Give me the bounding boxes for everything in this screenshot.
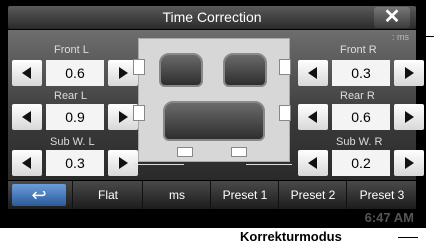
caption-label: Korrekturmodus xyxy=(240,229,342,244)
back-arrow-icon: ↩ xyxy=(31,185,47,205)
front-right-speaker-icon xyxy=(279,59,291,75)
title-bar: Time Correction ✕ xyxy=(8,6,416,29)
right-arrow-icon xyxy=(119,67,128,79)
left-arrow-icon xyxy=(22,157,31,169)
right-arrow-icon xyxy=(119,111,128,123)
rear-seat xyxy=(163,101,265,141)
front-l-value: 0.6 xyxy=(46,60,104,86)
tab-flat[interactable]: Flat xyxy=(72,181,143,209)
tab-preset-3[interactable]: Preset 3 xyxy=(346,181,417,209)
front-r-decrease-button[interactable] xyxy=(298,60,328,86)
bottom-tab-bar: ↩ Flat ms Preset 1 Preset 2 Preset 3 xyxy=(8,181,416,209)
rear-l-value: 0.9 xyxy=(46,104,104,130)
page-title: Time Correction xyxy=(162,9,262,25)
front-r-label: Front R xyxy=(340,44,377,56)
right-arrow-icon xyxy=(119,157,128,169)
sub-w-r-decrease-button[interactable] xyxy=(298,150,328,176)
rear-l-decrease-button[interactable] xyxy=(12,104,42,130)
close-icon: ✕ xyxy=(383,6,401,28)
rear-r-increase-button[interactable] xyxy=(394,104,424,130)
rear-r-decrease-button[interactable] xyxy=(298,104,328,130)
unit-label: : ms xyxy=(392,32,409,42)
front-l-decrease-button[interactable] xyxy=(12,60,42,86)
sub-w-l-decrease-button[interactable] xyxy=(12,150,42,176)
sub-w-l-value: 0.3 xyxy=(46,150,104,176)
left-arrow-icon xyxy=(22,111,31,123)
sub-w-l-connector xyxy=(134,164,184,165)
rear-r-label: Rear R xyxy=(340,90,375,102)
subwoofer-left-icon xyxy=(177,147,193,157)
tab-preset-2[interactable]: Preset 2 xyxy=(278,181,347,209)
left-arrow-icon xyxy=(308,67,317,79)
front-left-seat xyxy=(159,53,203,87)
left-arrow-icon xyxy=(22,67,31,79)
unit-callout-line xyxy=(418,36,434,37)
rear-r-value: 0.6 xyxy=(332,104,390,130)
sub-w-r-label: Sub W. R xyxy=(336,136,383,148)
sub-w-l-increase-button[interactable] xyxy=(108,150,138,176)
front-right-seat xyxy=(223,53,267,87)
subwoofer-right-icon xyxy=(231,147,247,157)
close-button[interactable]: ✕ xyxy=(374,7,410,28)
left-arrow-icon xyxy=(308,111,317,123)
rear-right-speaker-icon xyxy=(279,105,291,121)
front-r-increase-button[interactable] xyxy=(394,60,424,86)
front-l-label: Front L xyxy=(54,44,89,56)
rear-l-label: Rear L xyxy=(54,90,88,102)
tab-ms[interactable]: ms xyxy=(142,181,211,209)
front-r-value: 0.3 xyxy=(332,60,390,86)
back-button[interactable]: ↩ xyxy=(12,184,66,206)
clock: 6:47 AM xyxy=(364,210,414,225)
right-arrow-icon xyxy=(405,111,414,123)
tab-preset-1[interactable]: Preset 1 xyxy=(210,181,279,209)
sub-w-r-value: 0.2 xyxy=(332,150,390,176)
caption-callout-line xyxy=(398,237,418,238)
right-arrow-icon xyxy=(405,67,414,79)
front-left-speaker-icon xyxy=(133,59,145,75)
sub-w-l-label: Sub W. L xyxy=(50,136,95,148)
rear-left-speaker-icon xyxy=(133,105,145,121)
left-arrow-icon xyxy=(308,157,317,169)
car-seat-diagram xyxy=(133,38,291,162)
sub-w-r-connector xyxy=(246,164,292,165)
sub-w-r-increase-button[interactable] xyxy=(394,150,424,176)
screen: Time Correction ✕ : ms Front L 0.6 Front… xyxy=(0,0,426,228)
right-arrow-icon xyxy=(405,157,414,169)
